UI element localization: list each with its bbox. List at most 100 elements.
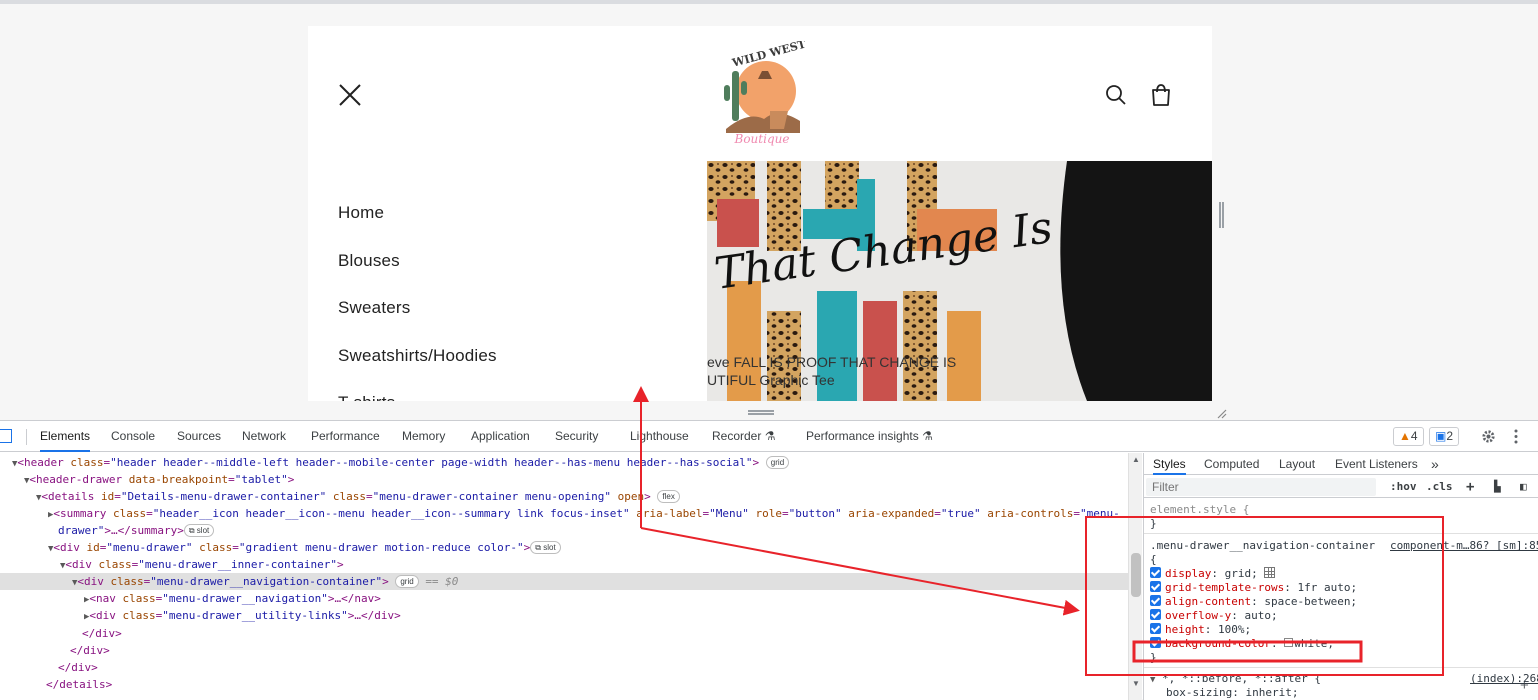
prop-value[interactable]: white; <box>1294 637 1334 650</box>
attr-name: class <box>98 558 132 571</box>
cart-icon[interactable] <box>1148 82 1174 108</box>
prop-value[interactable]: grid; <box>1225 567 1258 580</box>
dom-node-inner-container[interactable]: ▼<div class="menu-drawer__inner-containe… <box>0 556 1128 573</box>
warnings-badge[interactable]: ▲4 <box>1393 427 1424 446</box>
elements-dom-tree[interactable]: ▼<header class="header header--middle-le… <box>0 453 1128 700</box>
css-prop-box-sizing[interactable]: box-sizing: inherit; <box>1166 686 1298 700</box>
new-rule-plus-icon[interactable]: + <box>1466 478 1474 496</box>
index-source-link[interactable]: (index):268 <box>1470 672 1538 685</box>
product-caption[interactable]: eve FALL IS PROOF THAT CHANGE IS UTIFUL … <box>707 353 956 389</box>
prop-value[interactable]: auto; <box>1244 609 1277 622</box>
scrollbar-thumb[interactable] <box>1131 553 1141 597</box>
inspect-element-icon[interactable] <box>0 429 12 443</box>
tab-recorder[interactable]: Recorder ⚗ <box>712 421 775 452</box>
subtab-layout[interactable]: Layout <box>1279 453 1315 475</box>
more-options-icon[interactable] <box>1510 429 1522 444</box>
tab-sources[interactable]: Sources <box>177 421 221 452</box>
scroll-down-arrow-icon[interactable]: ▼ <box>1132 679 1140 688</box>
dom-node-header[interactable]: ▼<header class="header header--middle-le… <box>0 454 1128 471</box>
more-tabs-chevron-icon[interactable]: » <box>1431 453 1439 475</box>
viewport-resize-handle-right[interactable] <box>1219 202 1224 228</box>
paint-brush-icon[interactable]: ▙ <box>1494 478 1501 496</box>
toggle-sidebar-icon[interactable]: ◧ <box>1520 478 1527 496</box>
dom-close-details[interactable]: </details> <box>0 676 1128 693</box>
prop-checkbox[interactable] <box>1150 623 1161 634</box>
menu-item-sweatshirts-hoodies[interactable]: Sweatshirts/Hoodies <box>338 344 497 392</box>
element-style-rule[interactable]: element.style { <box>1150 503 1249 517</box>
class-toggle[interactable]: .cls <box>1426 478 1453 496</box>
dom-node-navigation-container[interactable]: ▼<div class="menu-drawer__navigation-con… <box>0 573 1128 590</box>
subtab-event-listeners[interactable]: Event Listeners <box>1335 453 1418 475</box>
tab-application[interactable]: Application <box>471 421 530 452</box>
attr-value: "header header--middle-left header--mobi… <box>110 456 753 469</box>
slot-badge[interactable]: ⧉ slot <box>183 524 215 537</box>
dom-node-details[interactable]: ▼<details id="Details-menu-drawer-contai… <box>0 488 1128 505</box>
css-prop-grid-template-rows[interactable]: grid-template-rows: 1fr auto; <box>1150 581 1357 595</box>
product-caption-line-2: UTIFUL Graphic Tee <box>707 372 835 388</box>
dom-close-div[interactable]: </div> <box>0 659 1128 676</box>
css-prop-overflow-y[interactable]: overflow-y: auto; <box>1150 609 1278 623</box>
wild-west-logo[interactable]: WILD WEST Boutique <box>708 41 808 146</box>
menu-item-sweaters[interactable]: Sweaters <box>338 296 497 344</box>
menu-item-blouses[interactable]: Blouses <box>338 249 497 297</box>
prop-value[interactable]: 1fr auto; <box>1297 581 1357 594</box>
tab-memory[interactable]: Memory <box>402 421 445 452</box>
dom-close-div[interactable]: </div> <box>0 642 1128 659</box>
viewport-resize-handle-bottom[interactable] <box>748 410 774 415</box>
dom-node-nav[interactable]: ▶<nav class="menu-drawer__navigation">…<… <box>0 590 1128 607</box>
tab-performance[interactable]: Performance <box>311 421 380 452</box>
menu-item-home[interactable]: Home <box>338 201 497 249</box>
expand-triangle-icon[interactable]: ▼ <box>1150 675 1155 685</box>
tab-console[interactable]: Console <box>111 421 155 452</box>
css-prop-background-color[interactable]: background-color: white; <box>1150 637 1334 651</box>
prop-checkbox[interactable] <box>1150 567 1161 578</box>
subtab-computed[interactable]: Computed <box>1204 453 1259 475</box>
prop-checkbox[interactable] <box>1150 637 1161 648</box>
dom-node-menu-drawer[interactable]: ▼<div id="menu-drawer" class="gradient m… <box>0 539 1128 556</box>
dom-node-summary-cont[interactable]: drawer">…</summary> ⧉ slot <box>0 522 1128 539</box>
attr-name: id <box>101 490 115 503</box>
dom-node-summary[interactable]: ▶<summary class="header__icon header__ic… <box>0 505 1128 522</box>
scroll-up-arrow-icon[interactable]: ▲ <box>1132 455 1140 464</box>
search-icon[interactable] <box>1104 83 1128 107</box>
tab-performance-insights[interactable]: Performance insights ⚗ <box>806 421 933 452</box>
attr-name: aria-controls <box>987 507 1074 520</box>
grid-badge[interactable]: grid <box>395 575 419 588</box>
css-selector[interactable]: .menu-drawer__navigation-container <box>1150 539 1375 553</box>
messages-badge[interactable]: ▣2 <box>1429 427 1460 446</box>
dom-node-header-drawer[interactable]: ▼<header-drawer data-breakpoint="tablet"… <box>0 471 1128 488</box>
settings-gear-icon[interactable] <box>1481 429 1496 444</box>
tab-network[interactable]: Network <box>242 421 286 452</box>
slot-badge[interactable]: ⧉ slot <box>530 541 561 554</box>
grid-badge[interactable]: grid <box>765 456 790 469</box>
subtab-styles[interactable]: Styles <box>1153 453 1186 475</box>
hover-state-toggle[interactable]: :hov <box>1390 478 1417 496</box>
css-source-link[interactable]: component-m…86? [sm]:85 <box>1390 539 1538 552</box>
prop-checkbox[interactable] <box>1150 609 1161 620</box>
grid-editor-icon[interactable] <box>1264 567 1276 578</box>
flex-badge[interactable]: flex <box>657 490 680 503</box>
css-prop-height[interactable]: height: 100%; <box>1150 623 1251 637</box>
css-prop-align-content[interactable]: align-content: space-between; <box>1150 595 1357 609</box>
prop-checkbox[interactable] <box>1150 595 1161 606</box>
styles-filter-input[interactable] <box>1146 478 1376 496</box>
tab-elements[interactable]: Elements <box>40 421 91 452</box>
tab-security[interactable]: Security <box>555 421 598 452</box>
attr-name: class <box>70 456 104 469</box>
rule-divider <box>1144 533 1538 534</box>
css-prop-display[interactable]: display: grid; <box>1150 567 1276 581</box>
prop-name: align-content <box>1165 595 1252 608</box>
resize-grip-icon[interactable] <box>1215 407 1227 419</box>
prop-value[interactable]: 100%; <box>1218 623 1251 636</box>
prop-checkbox[interactable] <box>1150 581 1161 592</box>
menu-item-t-shirts[interactable]: T-shirts <box>338 391 497 401</box>
tab-lighthouse[interactable]: Lighthouse <box>630 421 689 452</box>
close-menu-icon[interactable] <box>336 81 364 109</box>
universal-selector[interactable]: ▼ *, *::before, *::after { <box>1150 672 1321 686</box>
product-image[interactable]: That Change Is eve FALL IS PROOF THAT CH… <box>707 161 1212 401</box>
dom-node-utility-links[interactable]: ▶<div class="menu-drawer__utility-links"… <box>0 607 1128 624</box>
color-swatch[interactable] <box>1284 638 1294 647</box>
elements-scrollbar[interactable]: ▲ ▼ <box>1128 453 1142 700</box>
prop-value[interactable]: space-between; <box>1264 595 1357 608</box>
dom-close-div[interactable]: </div> <box>0 625 1128 642</box>
